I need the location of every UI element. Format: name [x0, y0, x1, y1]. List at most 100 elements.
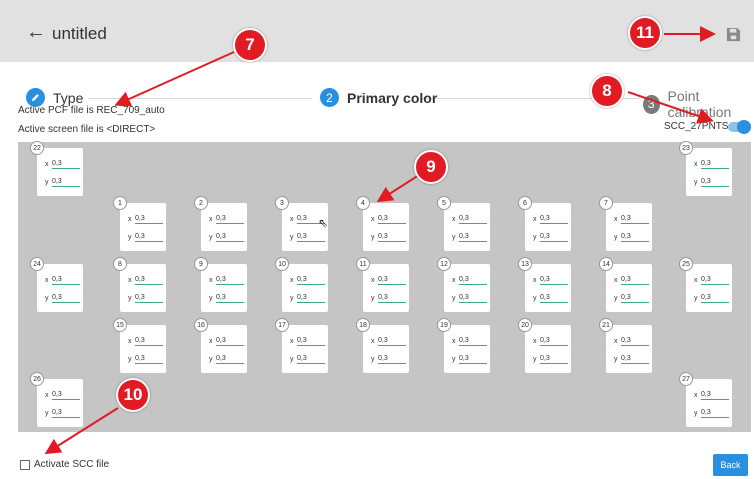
x-field[interactable]: x 0,3 [290, 276, 325, 285]
x-field[interactable]: x 0,3 [452, 276, 487, 285]
y-field[interactable]: y 0,3 [45, 178, 80, 187]
y-value[interactable]: 0,3 [297, 233, 325, 242]
x-value[interactable]: 0,3 [135, 215, 163, 224]
x-field[interactable]: x 0,3 [694, 160, 729, 169]
x-field[interactable]: x 0,3 [128, 215, 163, 224]
y-field[interactable]: y 0,3 [45, 409, 80, 418]
y-field[interactable]: y 0,3 [371, 233, 406, 242]
x-field[interactable]: x 0,3 [371, 215, 406, 224]
x-value[interactable]: 0,3 [216, 337, 244, 346]
y-value[interactable]: 0,3 [297, 355, 325, 364]
back-button[interactable]: Back [713, 454, 748, 476]
y-field[interactable]: y 0,3 [290, 355, 325, 364]
y-value[interactable]: 0,3 [459, 233, 487, 242]
y-field[interactable]: y 0,3 [694, 409, 729, 418]
x-value[interactable]: 0,3 [621, 215, 649, 224]
x-value[interactable]: 0,3 [701, 160, 729, 169]
y-value[interactable]: 0,3 [701, 409, 729, 418]
x-field[interactable]: x 0,3 [128, 337, 163, 346]
activate-scc-checkbox[interactable] [20, 460, 30, 470]
y-field[interactable]: y 0,3 [452, 355, 487, 364]
y-field[interactable]: y 0,3 [128, 233, 163, 242]
y-value[interactable]: 0,3 [52, 409, 80, 418]
step-primary-color[interactable]: 2 Primary color [320, 88, 437, 107]
y-value[interactable]: 0,3 [135, 233, 163, 242]
x-field[interactable]: x 0,3 [371, 337, 406, 346]
x-field[interactable]: x 0,3 [533, 337, 568, 346]
x-field[interactable]: x 0,3 [45, 276, 80, 285]
y-field[interactable]: y 0,3 [209, 294, 244, 303]
y-value[interactable]: 0,3 [621, 233, 649, 242]
y-field[interactable]: y 0,3 [290, 233, 325, 242]
y-value[interactable]: 0,3 [297, 294, 325, 303]
x-value[interactable]: 0,3 [540, 337, 568, 346]
y-field[interactable]: y 0,3 [371, 294, 406, 303]
x-value[interactable]: 0,3 [701, 276, 729, 285]
y-field[interactable]: y 0,3 [694, 294, 729, 303]
y-value[interactable]: 0,3 [378, 233, 406, 242]
x-value[interactable]: 0,3 [52, 276, 80, 285]
y-field[interactable]: y 0,3 [209, 355, 244, 364]
y-value[interactable]: 0,3 [540, 233, 568, 242]
y-field[interactable]: y 0,3 [614, 294, 649, 303]
y-value[interactable]: 0,3 [540, 355, 568, 364]
x-value[interactable]: 0,3 [216, 276, 244, 285]
y-value[interactable]: 0,3 [540, 294, 568, 303]
x-value[interactable]: 0,3 [378, 215, 406, 224]
x-value[interactable]: 0,3 [52, 160, 80, 169]
y-value[interactable]: 0,3 [459, 355, 487, 364]
x-field[interactable]: x 0,3 [209, 337, 244, 346]
x-field[interactable]: x 0,3 [45, 160, 80, 169]
x-field[interactable]: x 0,3 [209, 215, 244, 224]
y-field[interactable]: y 0,3 [452, 294, 487, 303]
x-value[interactable]: 0,3 [540, 215, 568, 224]
x-field[interactable]: x 0,3 [694, 276, 729, 285]
x-value[interactable]: 0,3 [621, 276, 649, 285]
x-field[interactable]: x 0,3 [614, 276, 649, 285]
y-field[interactable]: y 0,3 [614, 355, 649, 364]
x-value[interactable]: 0,3 [216, 215, 244, 224]
y-field[interactable]: y 0,3 [694, 178, 729, 187]
x-field[interactable]: x 0,3 [452, 215, 487, 224]
save-icon[interactable] [726, 27, 741, 42]
y-value[interactable]: 0,3 [52, 294, 80, 303]
x-value[interactable]: 0,3 [378, 276, 406, 285]
x-value[interactable]: 0,3 [540, 276, 568, 285]
x-value[interactable]: 0,3 [297, 337, 325, 346]
y-value[interactable]: 0,3 [216, 294, 244, 303]
y-value[interactable]: 0,3 [216, 355, 244, 364]
x-value[interactable]: 0,3 [135, 276, 163, 285]
x-value[interactable]: 0,3 [459, 337, 487, 346]
x-field[interactable]: x 0,3 [533, 276, 568, 285]
y-value[interactable]: 0,3 [459, 294, 487, 303]
back-arrow-icon[interactable]: ← [26, 22, 46, 42]
y-field[interactable]: y 0,3 [452, 233, 487, 242]
y-field[interactable]: y 0,3 [128, 294, 163, 303]
y-field[interactable]: y 0,3 [371, 355, 406, 364]
y-value[interactable]: 0,3 [378, 294, 406, 303]
x-field[interactable]: x 0,3 [452, 337, 487, 346]
y-field[interactable]: y 0,3 [533, 355, 568, 364]
y-field[interactable]: y 0,3 [290, 294, 325, 303]
x-value[interactable]: 0,3 [621, 337, 649, 346]
y-value[interactable]: 0,3 [135, 355, 163, 364]
y-field[interactable]: y 0,3 [45, 294, 80, 303]
y-field[interactable]: y 0,3 [533, 294, 568, 303]
x-value[interactable]: 0,3 [378, 337, 406, 346]
y-value[interactable]: 0,3 [378, 355, 406, 364]
x-value[interactable]: 0,3 [297, 276, 325, 285]
x-field[interactable]: x 0,3 [614, 215, 649, 224]
x-value[interactable]: 0,3 [135, 337, 163, 346]
step-point-calibration[interactable]: 3 Point calibration [643, 88, 754, 120]
y-value[interactable]: 0,3 [135, 294, 163, 303]
y-value[interactable]: 0,3 [621, 294, 649, 303]
x-field[interactable]: x 0,3 [614, 337, 649, 346]
x-field[interactable]: x 0,3 [290, 337, 325, 346]
x-field[interactable]: x 0,3 [533, 215, 568, 224]
x-field[interactable]: x 0,3 [371, 276, 406, 285]
y-field[interactable]: y 0,3 [614, 233, 649, 242]
x-value[interactable]: 0,3 [459, 215, 487, 224]
y-value[interactable]: 0,3 [52, 178, 80, 187]
y-value[interactable]: 0,3 [621, 355, 649, 364]
x-value[interactable]: 0,3 [459, 276, 487, 285]
